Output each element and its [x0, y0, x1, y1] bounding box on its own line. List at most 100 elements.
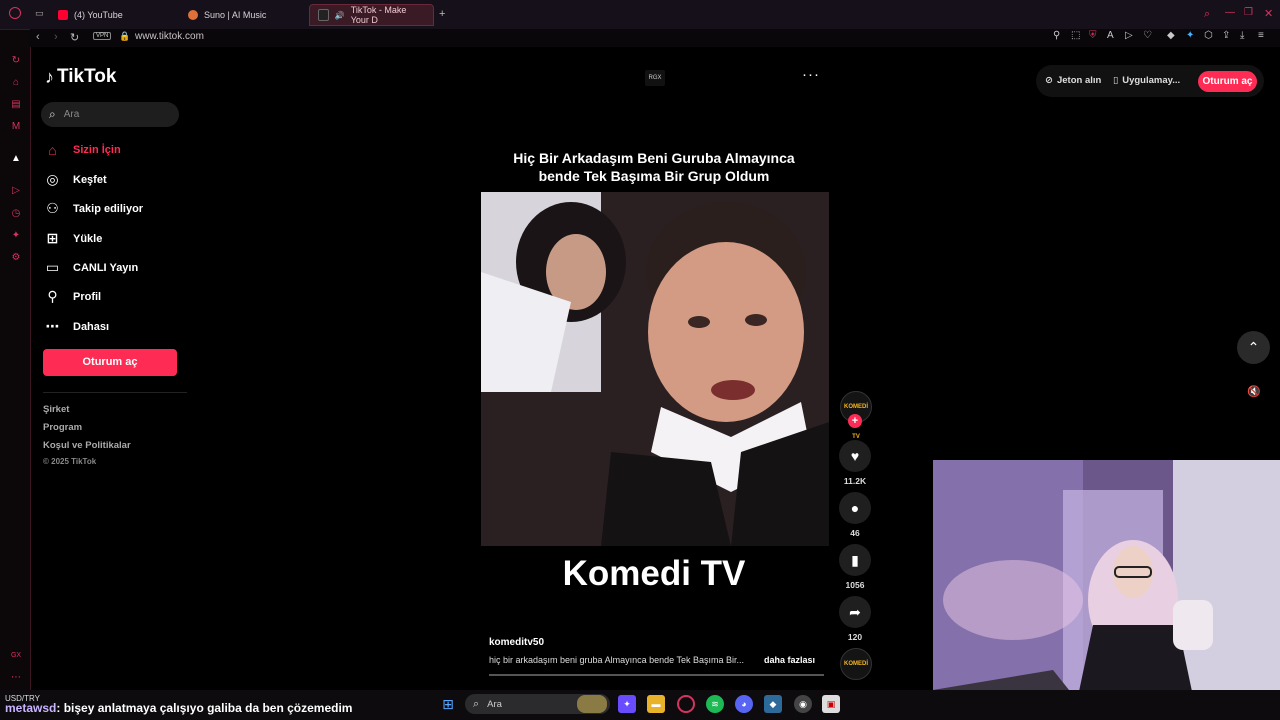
top-login-button[interactable]: Oturum aç: [1198, 71, 1257, 92]
forward-icon[interactable]: ›: [54, 31, 58, 43]
play-icon[interactable]: ▷: [1125, 30, 1133, 41]
extensions-icon[interactable]: ⬡: [1204, 30, 1213, 41]
video-progress-bar[interactable]: [489, 674, 824, 676]
nav-item-profile[interactable]: ⚲ Profil: [44, 288, 101, 305]
more-link[interactable]: daha fazlası: [764, 655, 815, 665]
following-icon: ⚇: [46, 200, 59, 216]
reload-icon[interactable]: ↻: [70, 31, 79, 44]
extension-b-icon[interactable]: ✦: [1186, 30, 1194, 41]
spotify-icon[interactable]: ≋: [706, 695, 724, 713]
home-icon: ⌂: [48, 142, 57, 158]
extensions-side-icon[interactable]: ✦: [10, 230, 22, 242]
video-options-icon[interactable]: ···: [802, 66, 820, 83]
nav-item-following[interactable]: ⚇ Takip ediliyor: [44, 200, 143, 217]
share-count: 120: [847, 632, 863, 642]
player-icon[interactable]: ▷: [10, 185, 22, 197]
save-count: 1056: [845, 580, 865, 590]
comment-icon: ●: [850, 500, 860, 516]
follow-button[interactable]: +: [848, 414, 862, 428]
close-icon[interactable]: ✕: [1264, 7, 1273, 20]
speaker-icon[interactable]: 🔊: [335, 11, 345, 20]
workspace-icon[interactable]: ▭: [35, 8, 44, 19]
video-frame[interactable]: [481, 192, 829, 546]
download-icon[interactable]: ⤓: [1240, 30, 1244, 41]
search-tabs-icon[interactable]: ⌕: [1204, 8, 1210, 21]
video-caption: Hiç Bir Arkadaşım Beni Guruba Almayınca …: [513, 150, 795, 184]
new-tab-button[interactable]: +: [439, 8, 445, 20]
bag-icon[interactable]: ⌂: [10, 77, 22, 89]
tiktok-logo[interactable]: ♪ TikTok: [45, 66, 116, 88]
file-explorer-icon[interactable]: ▬: [647, 695, 665, 713]
nav-item-for-you[interactable]: ⌂ Sizin İçin: [44, 142, 120, 158]
nav-item-live[interactable]: ▭ CANLI Yayın: [44, 259, 138, 276]
nav-item-explore[interactable]: ◎ Keşfet: [44, 171, 106, 188]
url-field[interactable]: www.tiktok.com: [135, 31, 204, 42]
sidebar-login-button[interactable]: Oturum aç: [43, 349, 177, 376]
snapshot-icon[interactable]: ⬚: [1071, 30, 1080, 41]
phone-icon: ▯: [1113, 75, 1119, 86]
webcam-overlay: [933, 460, 1280, 720]
share-toolbar-icon[interactable]: ⇪: [1222, 30, 1230, 41]
search-input[interactable]: ⌕ Ara: [41, 102, 179, 127]
like-button[interactable]: ♥: [839, 440, 871, 472]
profile-icon: ⚲: [47, 288, 58, 304]
opera-menu-icon[interactable]: [9, 7, 21, 19]
messenger-icon[interactable]: M: [10, 121, 22, 133]
compass-icon: ◎: [46, 171, 59, 187]
suno-icon: [188, 10, 198, 20]
chevron-up-icon: ⌃: [1247, 339, 1260, 355]
media-icon[interactable]: ▤: [10, 99, 22, 111]
stream-chat-line: metawsd: bişey anlatmaya çalışıyo galiba…: [5, 701, 352, 715]
coin-icon: ⊘: [1045, 75, 1053, 86]
share-button[interactable]: ➦: [839, 596, 871, 628]
vpn-badge[interactable]: VPN: [93, 32, 112, 40]
minimize-icon[interactable]: —: [1225, 7, 1235, 18]
mute-icon[interactable]: 🔇: [1244, 382, 1264, 402]
nav-item-more[interactable]: ⋯ Dahası: [44, 318, 110, 335]
menu-icon[interactable]: ≡: [1258, 30, 1264, 41]
footer-terms[interactable]: Koşul ve Politikalar: [43, 440, 131, 451]
webcam-image: [933, 460, 1280, 720]
tab-suno[interactable]: Suno | AI Music: [180, 4, 308, 26]
shield-icon[interactable]: ⛨: [1089, 30, 1097, 41]
music-disc[interactable]: KOMEDİ TV: [840, 648, 872, 697]
get-app-button[interactable]: ▯ Uygulamay...: [1113, 75, 1180, 86]
history-icon[interactable]: ◷: [10, 208, 22, 220]
get-coins-button[interactable]: ⊘ Jeton alın: [1045, 75, 1101, 86]
scroll-up-button[interactable]: ⌃: [1237, 331, 1270, 364]
comment-count: 46: [850, 528, 860, 538]
app-icon[interactable]: ◆: [764, 695, 782, 713]
windows-start-icon[interactable]: ⊞: [439, 695, 457, 713]
like-count: 11.2K: [843, 476, 867, 486]
video-author[interactable]: komeditv50: [489, 637, 544, 648]
nav-item-upload[interactable]: ⊞ Yükle: [44, 230, 103, 247]
back-icon[interactable]: ‹: [36, 31, 40, 43]
settings-icon[interactable]: ⚙: [10, 252, 22, 264]
tab-youtube[interactable]: (4) YouTube: [50, 4, 180, 26]
lock-icon[interactable]: 🔒: [119, 31, 130, 42]
footer-company[interactable]: Şirket: [43, 404, 69, 415]
opera-gx-taskbar-icon[interactable]: [677, 695, 695, 713]
obs-icon[interactable]: ◉: [794, 695, 812, 713]
widget-icon[interactable]: [577, 695, 607, 713]
gx-icon[interactable]: GX: [10, 650, 22, 662]
discord-icon[interactable]: ◕: [735, 695, 753, 713]
aria-icon[interactable]: ▲: [10, 153, 22, 165]
tab-tiktok[interactable]: 🔊 TikTok - Make Your D: [309, 4, 434, 26]
save-button[interactable]: ▮: [839, 544, 871, 576]
maximize-icon[interactable]: ❐: [1244, 7, 1253, 18]
extension-a-icon[interactable]: ◆: [1167, 30, 1175, 41]
video-still-image: [481, 192, 829, 546]
bookmark-icon: ▮: [851, 551, 859, 568]
pin-icon[interactable]: ⚲: [1053, 30, 1060, 41]
youtube-icon: [58, 10, 68, 20]
sidebar-more-icon[interactable]: ⋯: [10, 672, 22, 684]
footer-program[interactable]: Program: [43, 422, 82, 433]
copyright: © 2025 TikTok: [43, 457, 97, 466]
heart-toolbar-icon[interactable]: ♡: [1143, 30, 1152, 41]
misc-app-icon[interactable]: ▣: [822, 695, 840, 713]
copilot-icon[interactable]: ✦: [618, 695, 636, 713]
comment-button[interactable]: ●: [839, 492, 871, 524]
reload-side-icon[interactable]: ↻: [10, 55, 22, 67]
translate-icon[interactable]: A: [1107, 30, 1114, 41]
